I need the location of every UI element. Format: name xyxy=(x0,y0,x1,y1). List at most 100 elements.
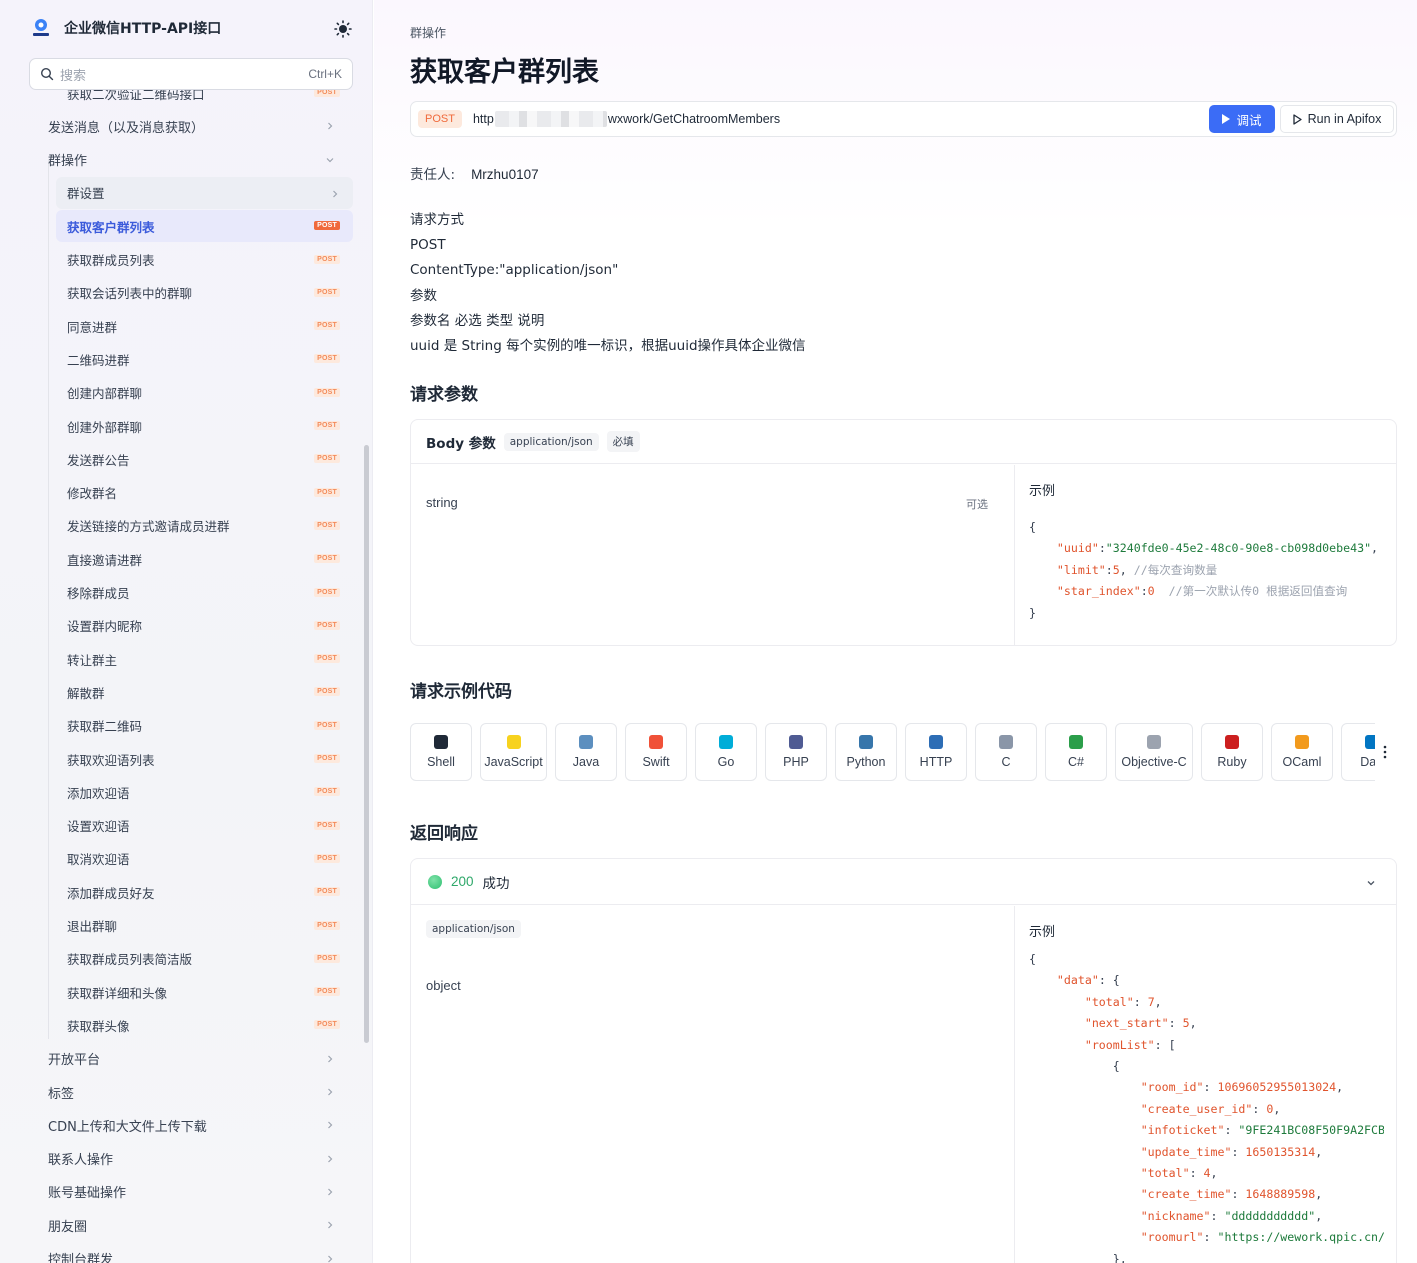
search-input[interactable]: 搜索 Ctrl+K xyxy=(29,58,353,90)
lang-tab[interactable]: JavaScript xyxy=(480,723,547,781)
main-content: 群操作 获取客户群列表 POST http wxwork/GetChatroom… xyxy=(374,0,1417,1263)
required-tag: 必填 xyxy=(606,431,640,452)
lang-tab[interactable]: PHP xyxy=(765,723,827,781)
sidebar-sub-item[interactable]: 发送群公告 POST xyxy=(56,443,353,475)
status-code: 200 xyxy=(451,874,474,889)
code-samples-heading: 请求示例代码 xyxy=(410,682,512,702)
owner-row: 责任人: Mrzhu0107 xyxy=(410,163,539,183)
theme-toggle-sun-icon[interactable] xyxy=(334,20,352,38)
sidebar-sub-item[interactable]: 添加欢迎语 POST xyxy=(56,776,353,808)
ruby-icon xyxy=(1225,735,1239,749)
sidebar-sub-item[interactable]: 发送链接的方式邀请成员进群 POST xyxy=(56,510,353,542)
lang-tab-label: Objective-C xyxy=(1121,755,1187,769)
sidebar-item-label: 获取群二维码 xyxy=(67,719,143,735)
language-tabs: Shell JavaScript Java Swift Go PHP Python HTTP C… xyxy=(410,723,1375,781)
sidebar-item-label: 二维码进群 xyxy=(67,352,130,368)
sidebar-group[interactable]: 控制台群发 xyxy=(29,1243,353,1263)
sidebar-sub-item[interactable]: 退出群聊 POST xyxy=(56,910,353,942)
sidebar-group[interactable]: CDN上传和大文件上传下载 xyxy=(29,1109,353,1141)
sidebar-group[interactable]: 群操作 xyxy=(29,144,353,176)
sidebar-sub-item[interactable]: 群设置 xyxy=(56,176,353,209)
lang-tab[interactable]: HTTP xyxy=(905,723,967,781)
sidebar-sub-item[interactable]: 创建内部群聊 POST xyxy=(56,377,353,409)
brand[interactable]: 企业微信HTTP-API接口 xyxy=(30,14,221,42)
response-status-header[interactable]: 200 成功 xyxy=(411,859,1396,905)
breadcrumb[interactable]: 群操作 xyxy=(410,24,446,41)
chevron-right-icon xyxy=(325,1086,335,1096)
lang-tab[interactable]: Java xyxy=(555,723,617,781)
chevron-right-icon xyxy=(325,1119,335,1129)
sidebar-sub-item[interactable]: 修改群名 POST xyxy=(56,477,353,509)
sidebar-group[interactable]: 账号基础操作 xyxy=(29,1176,353,1208)
csharp-icon xyxy=(1069,735,1083,749)
lang-tab[interactable]: Ruby xyxy=(1201,723,1263,781)
sidebar-item-label: 群设置 xyxy=(67,186,105,202)
lang-tab-label: PHP xyxy=(783,755,809,769)
post-badge: POST xyxy=(314,254,340,264)
post-badge: POST xyxy=(314,421,340,430)
sidebar-group[interactable]: 联系人操作 xyxy=(29,1143,353,1175)
lang-tab[interactable]: C# xyxy=(1045,723,1107,781)
post-badge: POST xyxy=(314,454,340,464)
lang-tab[interactable]: OCaml xyxy=(1271,723,1333,781)
sidebar-group[interactable]: 开放平台 xyxy=(29,1043,353,1075)
sidebar-group[interactable]: 朋友圈 xyxy=(29,1209,353,1241)
sidebar-sub-item[interactable]: 获取群成员列表 POST xyxy=(56,244,353,276)
sidebar-item-label: 获取群详细和头像 xyxy=(67,985,168,1001)
more-vertical-icon[interactable] xyxy=(1382,744,1388,760)
sidebar-sub-item[interactable]: 直接邀请进群 POST xyxy=(56,543,353,575)
sidebar-sub-item[interactable]: 同意进群 POST xyxy=(56,310,353,342)
owner-label: 责任人: xyxy=(410,167,456,183)
sidebar-sub-item[interactable]: 取消欢迎语 POST xyxy=(56,843,353,875)
sidebar-sub-item[interactable]: 获取群成员列表简洁版 POST xyxy=(56,943,353,975)
lang-tab[interactable]: Objective-C xyxy=(1115,723,1193,781)
sidebar-sub-item[interactable]: 获取群详细和头像 POST xyxy=(56,976,353,1008)
sidebar-group[interactable]: 发送消息（以及消息获取） xyxy=(29,110,353,142)
sidebar-sub-item[interactable]: 获取客户群列表 POST xyxy=(56,210,353,243)
lang-tab[interactable]: Python xyxy=(835,723,897,781)
sidebar-sub-item[interactable]: 移除群成员 POST xyxy=(56,577,353,609)
sidebar-sub-item[interactable]: 获取群头像 POST xyxy=(56,1009,353,1041)
chevron-down-icon[interactable] xyxy=(1366,877,1376,887)
sidebar-sub-item[interactable]: 设置欢迎语 POST xyxy=(56,810,353,842)
sidebar-sub-item[interactable]: 解散群 POST xyxy=(56,676,353,708)
lang-tab[interactable]: Dart xyxy=(1341,723,1375,781)
sidebar-sub-item[interactable]: 获取欢迎语列表 POST xyxy=(56,743,353,775)
url-redacted xyxy=(494,111,607,127)
sidebar-sub-item[interactable]: 二维码进群 POST xyxy=(56,343,353,375)
sidebar-sub-item[interactable]: 创建外部群聊 POST xyxy=(56,410,353,442)
sidebar-sub-item[interactable]: 设置群内昵称 POST xyxy=(56,610,353,642)
post-badge: POST xyxy=(314,520,340,530)
lang-tab-label: C# xyxy=(1068,755,1084,769)
body-params-header: Body 参数 application/json 必填 xyxy=(411,420,1396,464)
endpoint-url[interactable]: http wxwork/GetChatroomMembers xyxy=(473,111,780,127)
sidebar-sub-item[interactable]: 获取群二维码 POST xyxy=(56,710,353,742)
search-shortcut: Ctrl+K xyxy=(308,67,342,81)
request-example-code[interactable]: { "uuid":"3240fde0-45e2-48c0-90e8-cb098d… xyxy=(1029,517,1384,624)
debug-button[interactable]: 调试 xyxy=(1209,105,1275,133)
sidebar-sub-item[interactable]: 转让群主 POST xyxy=(56,643,353,675)
sidebar-item-label: 转让群主 xyxy=(67,652,118,668)
sidebar-sub-item[interactable]: 添加群成员好友 POST xyxy=(56,876,353,908)
lang-tab[interactable]: Swift xyxy=(625,723,687,781)
sidebar-item-label: 获取群成员列表 xyxy=(67,253,155,268)
response-example-code[interactable]: { "data": { "total": 7, "next_start": 5,… xyxy=(1029,949,1384,1263)
chevron-right-icon xyxy=(325,120,335,130)
c-icon xyxy=(999,735,1013,749)
sidebar-sub-item[interactable]: 获取二次验证二维码接口 POST xyxy=(56,90,353,109)
sidebar-scrollbar[interactable] xyxy=(364,445,369,1043)
sidebar-sub-item[interactable]: 获取会话列表中的群聊 POST xyxy=(56,277,353,309)
sidebar-item-label: 同意进群 xyxy=(67,319,118,335)
desc-line: 参数名 必选 类型 说明 xyxy=(410,312,545,329)
post-badge: POST xyxy=(314,587,340,597)
lang-tab[interactable]: C xyxy=(975,723,1037,781)
sidebar-group[interactable]: 标签 xyxy=(29,1076,353,1108)
run-in-apifox-button[interactable]: Run in Apifox xyxy=(1280,105,1394,133)
url-prefix: http xyxy=(472,112,494,126)
lang-tab[interactable]: Shell xyxy=(410,723,472,781)
sidebar-item-label: 获取欢迎语列表 xyxy=(67,752,155,768)
content-type-tag: application/json xyxy=(503,432,599,451)
request-example: 示例 { "uuid":"3240fde0-45e2-48c0-90e8-cb0… xyxy=(1014,465,1396,645)
lang-tab[interactable]: Go xyxy=(695,723,757,781)
optional-label: 可选 xyxy=(966,498,988,511)
